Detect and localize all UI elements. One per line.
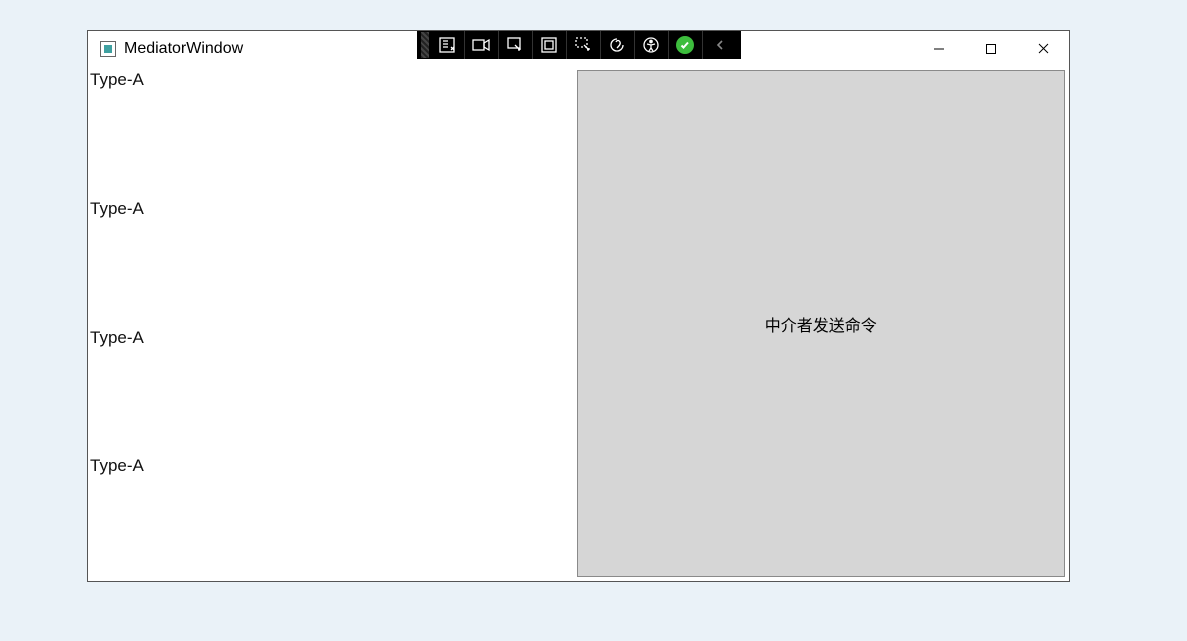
track-focus-icon[interactable] — [567, 31, 601, 59]
app-window: MediatorWindow — [87, 30, 1070, 582]
toolbar-grip[interactable] — [421, 32, 429, 58]
list-item: Type-A — [88, 452, 577, 581]
list-item-label: Type-A — [90, 70, 144, 90]
minimize-button[interactable] — [913, 32, 965, 66]
list-item: Type-A — [88, 195, 577, 324]
app-icon — [100, 41, 116, 57]
close-button[interactable] — [1017, 32, 1069, 66]
list-item: Type-A — [88, 66, 577, 195]
debug-toolbar — [417, 31, 741, 59]
visual-tree-icon[interactable] — [431, 31, 465, 59]
layout-bounds-icon[interactable] — [533, 31, 567, 59]
maximize-button[interactable] — [965, 32, 1017, 66]
list-item-label: Type-A — [90, 328, 144, 348]
select-element-icon[interactable] — [499, 31, 533, 59]
list-item-label: Type-A — [90, 199, 144, 219]
window-title: MediatorWindow — [124, 40, 243, 58]
send-command-button[interactable]: 中介者发送命令 — [577, 70, 1066, 577]
collapse-toolbar-icon[interactable] — [703, 31, 737, 59]
hot-reload-icon[interactable] — [601, 31, 635, 59]
left-pane: Type-A Type-A Type-A Type-A — [88, 66, 577, 581]
send-command-label: 中介者发送命令 — [765, 312, 877, 336]
list-item-label: Type-A — [90, 456, 144, 476]
status-ok-icon[interactable] — [669, 31, 703, 59]
window-controls — [913, 31, 1069, 66]
client-area: Type-A Type-A Type-A Type-A 中介者发送命令 — [88, 66, 1069, 581]
titlebar: MediatorWindow — [88, 31, 1069, 66]
accessibility-icon[interactable] — [635, 31, 669, 59]
camera-icon[interactable] — [465, 31, 499, 59]
list-item: Type-A — [88, 324, 577, 453]
